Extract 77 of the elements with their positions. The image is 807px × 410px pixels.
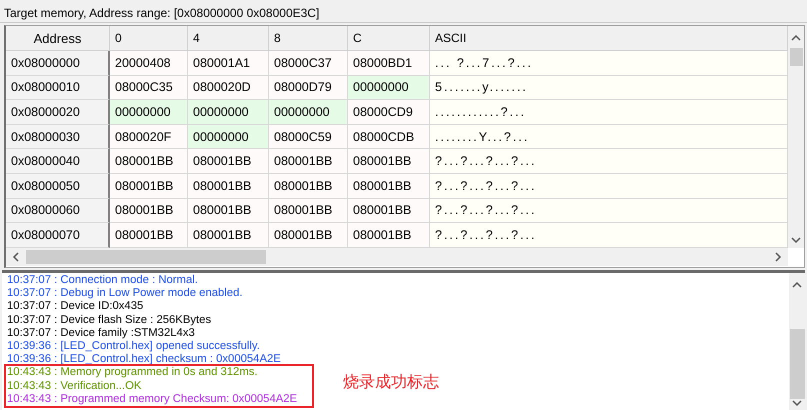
- address-cell: 0x08000000: [6, 51, 110, 76]
- address-cell: 0x08000040: [6, 149, 110, 174]
- scroll-down-icon[interactable]: [791, 236, 801, 244]
- ascii-cell: ?...?...?...?...: [430, 198, 788, 224]
- table-cell: 080001BB: [110, 198, 188, 224]
- address-cell: 0x08000060: [6, 198, 110, 224]
- table-cell: 080001BB: [269, 149, 348, 174]
- scroll-thumb[interactable]: [26, 250, 266, 264]
- table-cell: 080001BB: [348, 223, 430, 248]
- column-header[interactable]: ASCII: [430, 26, 788, 51]
- table-cell: 080001BB: [269, 223, 348, 248]
- column-header[interactable]: 8: [269, 26, 348, 51]
- scroll-right-icon[interactable]: [774, 252, 782, 262]
- table-cell: 080001BB: [269, 174, 348, 199]
- table-cell: 08000D79: [269, 76, 348, 100]
- table-cell: 080001BB: [110, 149, 188, 174]
- address-cell: 0x08000010: [6, 76, 110, 100]
- address-cell: 0x08000070: [6, 223, 110, 248]
- table-cell: 080001BB: [348, 149, 430, 174]
- table-cell: 080001A1: [188, 51, 269, 76]
- table-cell: 08000C37: [269, 51, 348, 76]
- horizontal-scrollbar[interactable]: [6, 248, 788, 266]
- vertical-scrollbar[interactable]: [788, 26, 804, 248]
- log-line: 10:43:43 : Verification...OK: [7, 380, 142, 393]
- scroll-up-icon[interactable]: [791, 34, 801, 42]
- table-cell: 08000C35: [110, 76, 188, 100]
- log-line: 10:39:36 : [LED_Control.hex] checksum : 0x00054A2E: [7, 353, 281, 366]
- log-line: 10:43:43 : Memory programmed in 0s and 312ms.: [7, 366, 258, 380]
- ascii-cell: ... ?...7...?...: [430, 51, 788, 76]
- scroll-left-icon[interactable]: [12, 252, 20, 262]
- table-cell: 00000000: [269, 100, 348, 125]
- annotation-label: 烧录成功标志: [343, 372, 439, 393]
- log-line: 10:37:07 : Device ID:0x435: [7, 300, 144, 314]
- address-cell: 0x08000020: [6, 100, 110, 125]
- ascii-cell: ........Y...?...: [430, 124, 788, 150]
- scroll-thumb[interactable]: [790, 329, 804, 399]
- ascii-cell: ?...?...?...?...: [430, 223, 788, 248]
- log-line: 10:37:07 : Device flash Size : 256KBytes: [7, 314, 212, 327]
- table-cell: 20000408: [110, 51, 188, 76]
- table-cell: 080001BB: [110, 174, 188, 199]
- log-line: 10:37:07 : Debug in Low Power mode enabled.: [7, 287, 243, 300]
- ascii-cell: ?...?...?...?...: [430, 149, 788, 174]
- ascii-cell: ............?...: [430, 100, 788, 125]
- scroll-down-icon[interactable]: [792, 399, 802, 407]
- ascii-cell: 5.......y.......: [430, 76, 788, 100]
- table-cell: 080001BB: [348, 198, 430, 224]
- column-header[interactable]: 4: [188, 26, 269, 51]
- table-cell: 00000000: [348, 76, 430, 100]
- scroll-thumb[interactable]: [790, 48, 802, 66]
- table-cell: 080001BB: [110, 223, 188, 248]
- table-cell: 080001BB: [188, 174, 269, 199]
- vertical-scrollbar[interactable]: [789, 273, 805, 410]
- table-cell: 080001BB: [188, 223, 269, 248]
- log-line: 10:39:36 : [LED_Control.hex] opened successfully.: [7, 340, 260, 354]
- table-cell: 08000C59: [269, 124, 348, 150]
- table-cell: 00000000: [188, 124, 269, 150]
- table-cell: 00000000: [110, 100, 188, 125]
- table-cell: 08000BD1: [348, 51, 430, 76]
- table-cell: 0800020F: [110, 124, 188, 150]
- table-cell: 080001BB: [188, 198, 269, 224]
- address-cell: 0x08000050: [6, 174, 110, 199]
- table-cell: 08000CDB: [348, 124, 430, 150]
- table-cell: 080001BB: [188, 149, 269, 174]
- column-header[interactable]: 0: [110, 26, 188, 51]
- log-line: 10:37:07 : Device family :STM32L4x3: [7, 326, 195, 340]
- table-cell: 080001BB: [269, 198, 348, 224]
- column-header[interactable]: Address: [6, 26, 110, 51]
- address-cell: 0x08000030: [6, 124, 110, 150]
- column-header[interactable]: C: [348, 26, 430, 51]
- table-cell: 08000CD9: [348, 100, 430, 125]
- log-line: 10:43:43 : Programmed memory Checksum: 0x00054A2E: [7, 392, 298, 406]
- table-cell: 00000000: [188, 100, 269, 125]
- scroll-up-icon[interactable]: [792, 281, 802, 289]
- table-cell: 0800020D: [188, 76, 269, 100]
- table-cell: 080001BB: [348, 174, 430, 199]
- log-line: 10:37:07 : Connection mode : Normal.: [7, 274, 198, 288]
- ascii-cell: ?...?...?...?...: [430, 174, 788, 199]
